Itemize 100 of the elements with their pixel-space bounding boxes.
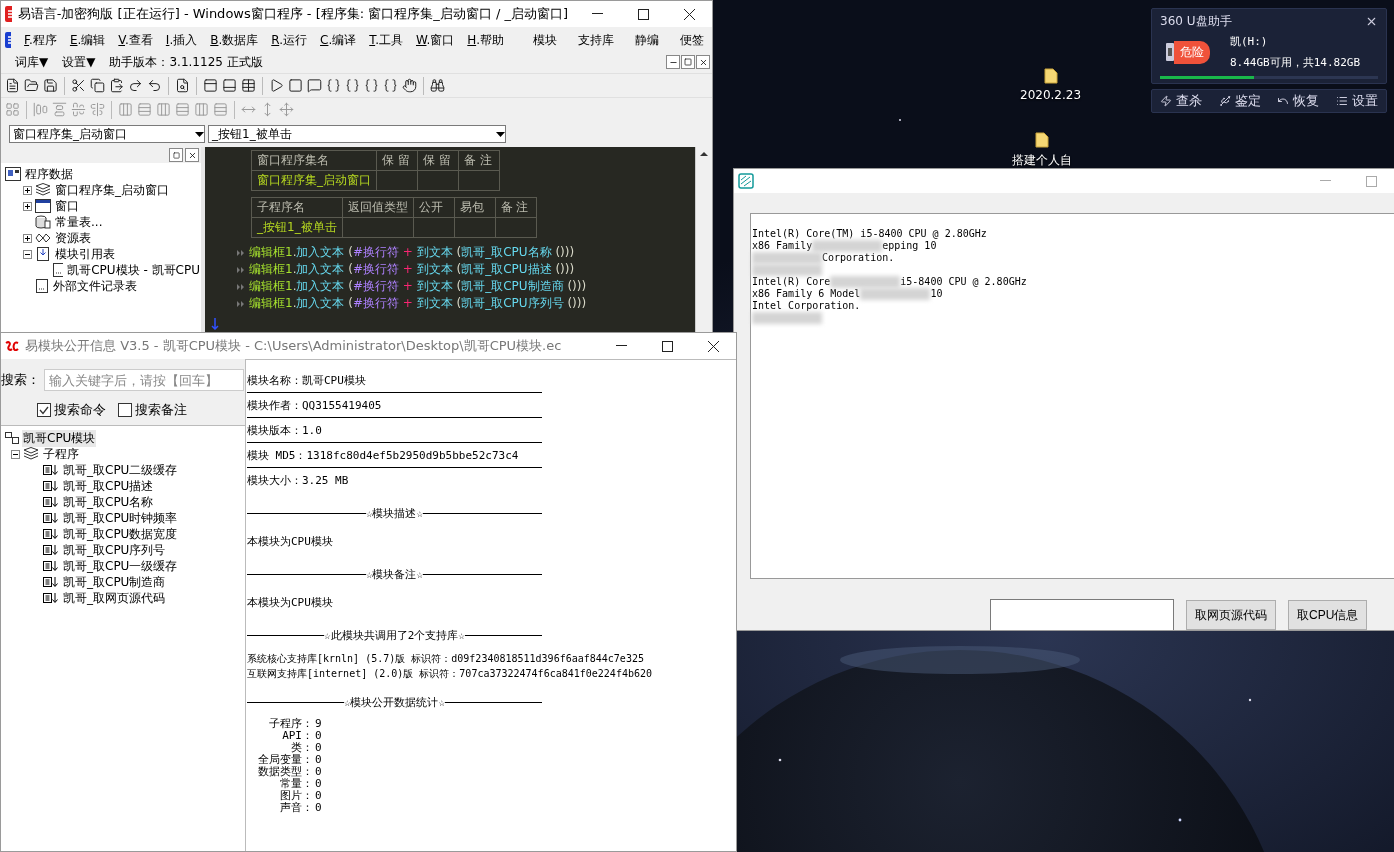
menu-item[interactable]: B.数据库 <box>210 31 259 49</box>
tree-item[interactable]: 凯哥_取CPU描述 <box>62 477 155 495</box>
desktop-icon-label[interactable]: 2020.2.23 <box>1020 88 1082 102</box>
layout-top-icon[interactable] <box>203 78 218 93</box>
hand-icon[interactable] <box>402 78 417 93</box>
column-header: 易包 <box>454 197 496 218</box>
collapse-icon[interactable] <box>23 249 32 259</box>
minimize-icon[interactable] <box>591 13 603 15</box>
column-header: 返回值类型 <box>342 197 414 218</box>
menu-item[interactable]: H.帮助 <box>467 31 504 49</box>
maximize-icon[interactable] <box>637 8 649 20</box>
find-icon[interactable] <box>175 78 190 93</box>
info-text: 模块作者：QQ3155419405 <box>247 393 542 418</box>
tree-item[interactable]: 凯哥CPU模块 - 凯哥CPU <box>66 261 201 279</box>
open-folder-icon[interactable] <box>24 78 39 93</box>
tree-item[interactable]: 凯哥_取CPU二级缓存 <box>62 461 179 479</box>
menu-item[interactable]: 模块 <box>533 31 557 49</box>
action-button[interactable]: 取网页源代码 <box>1186 600 1276 630</box>
new-file-icon[interactable] <box>5 78 20 93</box>
tree-item[interactable]: 外部文件记录表 <box>52 277 138 295</box>
menu-item[interactable]: R.运行 <box>271 31 308 49</box>
comment-icon[interactable] <box>307 78 322 93</box>
braces-icon[interactable] <box>326 78 341 93</box>
menu-item[interactable]: I.插入 <box>165 31 198 49</box>
checkbox[interactable] <box>118 403 132 417</box>
info-text: 模块名称：凯哥CPU模块 <box>247 368 542 393</box>
method-dropdown[interactable]: _按钮1_被单击 <box>208 125 506 143</box>
tree-item[interactable]: 凯哥_取CPU数据宽度 <box>62 525 179 543</box>
table-icon[interactable] <box>241 78 256 93</box>
menu-item[interactable]: E.编辑 <box>69 31 106 49</box>
tree-item[interactable]: 凯哥_取CPU名称 <box>62 493 155 511</box>
search-field[interactable]: 输入关键字后，请按【回车】 <box>44 369 244 391</box>
binoculars-icon[interactable] <box>430 78 445 93</box>
checkbox-label[interactable]: 搜索命令 <box>54 401 106 419</box>
menu-item[interactable]: T.工具 <box>369 31 403 49</box>
collapse-icon[interactable] <box>11 449 20 459</box>
menu-item[interactable]: W.窗口 <box>416 31 455 49</box>
action-button[interactable]: 取CPU信息 <box>1288 600 1368 630</box>
menu-item[interactable]: 支持库 <box>578 31 614 49</box>
module-icon <box>5 432 19 444</box>
checkbox-label[interactable]: 搜索备注 <box>135 401 187 419</box>
maximize-icon[interactable] <box>661 340 673 352</box>
panel-action[interactable]: 设置 <box>1335 92 1378 110</box>
panel-action[interactable]: 查杀 <box>1160 92 1203 110</box>
braces-icon[interactable] <box>383 78 398 93</box>
panel-action[interactable]: 恢复 <box>1277 92 1320 110</box>
braces-icon[interactable] <box>364 78 379 93</box>
tree-item[interactable]: 凯哥_取CPU时钟频率 <box>62 509 179 527</box>
tree-item[interactable]: 凯哥_取网页源代码 <box>62 589 166 607</box>
checkbox[interactable] <box>37 403 51 417</box>
close-icon[interactable] <box>696 55 710 69</box>
stat-value: 0 <box>314 790 322 802</box>
folder-icon[interactable] <box>1043 68 1058 84</box>
folder-icon[interactable] <box>1035 132 1049 148</box>
layout-bottom-icon[interactable] <box>222 78 237 93</box>
menu-item[interactable]: 设置▼ <box>62 53 96 71</box>
tree-item[interactable]: 常量表... <box>54 213 104 231</box>
tree-item[interactable]: 资源表 <box>54 229 92 247</box>
close-icon[interactable] <box>185 148 199 162</box>
tree-item[interactable]: 凯哥_取CPU一级缓存 <box>62 557 179 575</box>
tree-item[interactable]: 凯哥_取CPU序列号 <box>62 541 167 559</box>
close-icon[interactable] <box>707 340 719 352</box>
save-icon[interactable] <box>43 78 58 93</box>
redo-icon[interactable] <box>128 78 143 93</box>
tree-item[interactable]: 子程序 <box>42 445 80 463</box>
expand-icon[interactable] <box>23 185 32 195</box>
minimize-icon[interactable] <box>615 345 627 347</box>
tree-item[interactable]: 凯哥_取CPU制造商 <box>62 573 167 591</box>
input-field[interactable] <box>990 599 1174 630</box>
undo-icon[interactable] <box>147 78 162 93</box>
menu-item[interactable]: 便签 <box>680 31 704 49</box>
play-icon[interactable] <box>269 78 284 93</box>
close-icon[interactable] <box>683 8 695 20</box>
stop-icon[interactable] <box>288 78 303 93</box>
tree-item[interactable]: 窗口程序集_启动窗口 <box>54 181 170 199</box>
copy-icon[interactable] <box>90 78 105 93</box>
paste-icon[interactable] <box>109 78 124 93</box>
class-dropdown[interactable]: 窗口程序集_启动窗口 <box>9 125 205 143</box>
menu-item[interactable]: C.编译 <box>320 31 357 49</box>
cut-icon[interactable] <box>71 78 86 93</box>
minimize-icon[interactable] <box>666 55 680 69</box>
tree-item[interactable]: 凯哥CPU模块 <box>22 429 97 447</box>
expand-icon[interactable] <box>23 201 32 211</box>
menu-item[interactable]: 词库▼ <box>15 53 49 71</box>
panel-action[interactable]: 鉴定 <box>1218 92 1261 110</box>
menu-item[interactable]: 静编 <box>635 31 659 49</box>
blurred-region <box>752 252 822 264</box>
tree-item[interactable]: 窗口 <box>54 197 80 215</box>
restore-icon[interactable] <box>681 55 695 69</box>
line-marker-icon <box>237 283 245 290</box>
braces-icon[interactable] <box>345 78 360 93</box>
menu-item[interactable]: V.查看 <box>118 31 153 49</box>
menu-item[interactable]: F.程序 <box>24 31 57 49</box>
tree-item[interactable]: 程序数据 <box>24 165 74 183</box>
info-text: 本模块为CPU模块 <box>247 534 334 550</box>
section-heading: ☆模块公开数据统计☆ <box>343 695 446 710</box>
tree-item[interactable]: 模块引用表 <box>54 245 116 263</box>
down-arrow-icon <box>211 318 219 330</box>
desktop-icon-label[interactable]: 搭建个人自 <box>1012 152 1072 169</box>
expand-icon[interactable] <box>23 233 32 243</box>
